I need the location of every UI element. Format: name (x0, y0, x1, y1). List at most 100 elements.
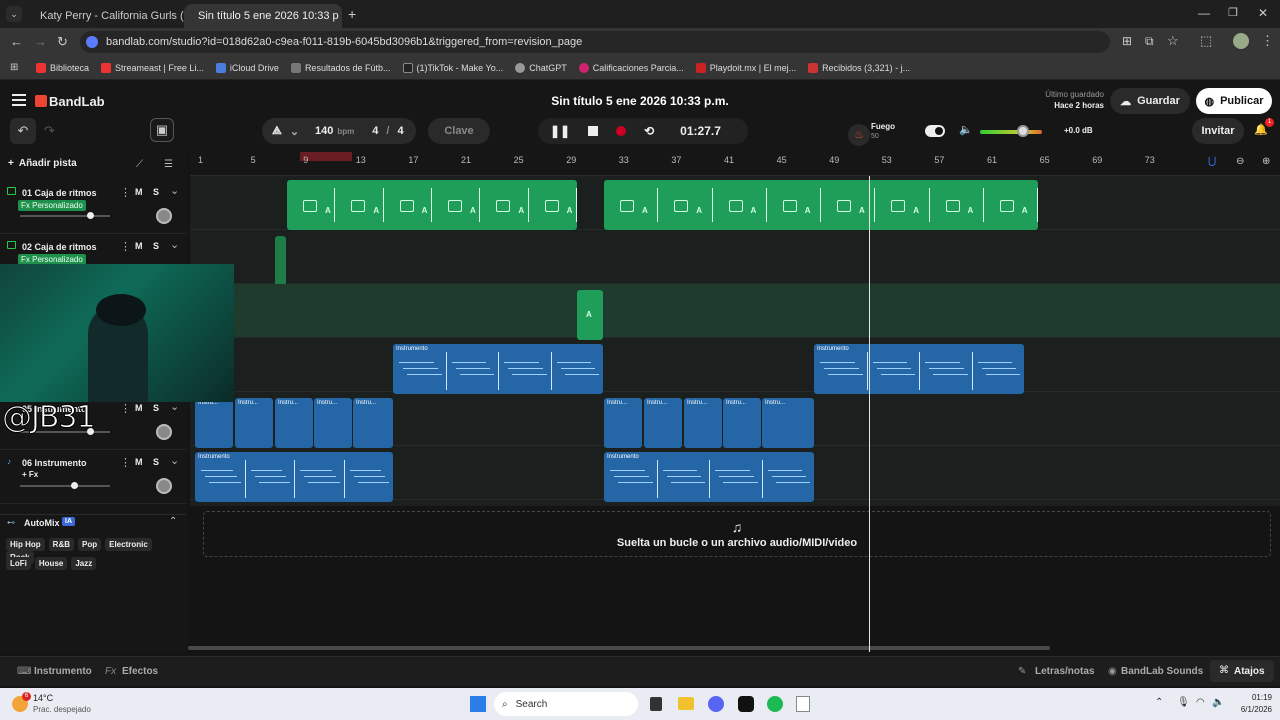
genre-chip[interactable]: Hip Hop (6, 538, 45, 551)
instrument-clip[interactable]: Instru... (195, 398, 233, 448)
fuego-toggle[interactable] (925, 125, 945, 137)
instrument-clip[interactable]: Instrumento (604, 452, 814, 502)
share-icon[interactable]: ⧉ (1145, 34, 1154, 49)
instrument-clip[interactable]: Instru... (275, 398, 313, 448)
instrument-clip[interactable]: Instru... (762, 398, 814, 448)
terminal-icon[interactable] (738, 696, 754, 712)
task-view-icon[interactable] (650, 697, 662, 711)
drum-clip[interactable]: A (577, 290, 603, 340)
pan-knob[interactable] (156, 478, 172, 494)
tab-bandlab[interactable]: Sin título 5 ene 2026 10:33 p ✕ (184, 4, 342, 28)
maximize-icon[interactable]: ❐ (1228, 6, 1238, 19)
fx-tag[interactable]: Fx Personalizado (18, 200, 86, 211)
add-fx-button[interactable]: + Fx (22, 470, 38, 479)
wifi-icon[interactable]: ◠ (1196, 697, 1205, 708)
instrument-clip[interactable]: Instru... (235, 398, 273, 448)
more-icon[interactable]: ⋮ (120, 456, 131, 469)
list-settings-icon[interactable]: ☰ (164, 159, 173, 170)
taskbar-search[interactable]: ⌕ Search (494, 692, 638, 716)
solo-button[interactable]: S (153, 187, 159, 197)
bookmark-item[interactable]: Streameast | Free Li... (101, 62, 204, 73)
spotify-icon[interactable] (767, 696, 783, 712)
redo-icon[interactable]: ↷ (44, 123, 55, 139)
bookmark-item[interactable]: Recibidos (3,321) - j... (808, 62, 910, 73)
instrument-clip[interactable]: Instru... (353, 398, 393, 448)
drum-clip[interactable]: AAAAAAAA (604, 180, 1038, 230)
new-tab-icon[interactable]: + (348, 6, 356, 22)
instrument-clip[interactable]: Instru... (604, 398, 642, 448)
record-icon[interactable] (616, 126, 627, 136)
back-icon[interactable]: ← (10, 34, 23, 49)
translate-icon[interactable]: ⊞ (1122, 34, 1132, 48)
fire-icon[interactable]: ♨ (848, 124, 870, 146)
drum-clip[interactable] (275, 236, 286, 286)
chevron-down-icon[interactable]: ⌄ (170, 184, 179, 197)
effects-tab[interactable]: Efectos (122, 666, 158, 677)
instrument-clip[interactable]: Instru... (684, 398, 722, 448)
drum-clip[interactable]: AAAAAA (287, 180, 577, 230)
pause-icon[interactable]: ❚❚ (550, 124, 570, 138)
publish-button[interactable]: ◍ Publicar (1196, 88, 1272, 114)
solo-button[interactable]: S (153, 457, 159, 467)
mute-button[interactable]: M (135, 187, 143, 197)
windows-start-icon[interactable] (470, 696, 486, 712)
tab-youtube[interactable]: Katy Perry - California Gurls (Of ✕ (26, 4, 184, 28)
zoom-in-icon[interactable]: ⊕ (1262, 156, 1270, 167)
undo-icon[interactable]: ↶ (10, 118, 36, 144)
mixer-view-icon[interactable]: ▣ (150, 118, 174, 142)
more-icon[interactable]: ⋮ (120, 186, 131, 199)
genre-chip[interactable]: LoFi (6, 557, 31, 570)
speaker-icon[interactable]: 🔈 (1212, 697, 1224, 708)
horizontal-scrollbar[interactable] (188, 646, 1050, 650)
chevron-up-icon[interactable]: ⌃ (169, 516, 177, 527)
genre-chip[interactable]: Jazz (71, 557, 97, 570)
instrument-clip[interactable]: Instrumento (393, 344, 603, 394)
project-title[interactable]: Sin título 5 ene 2026 10:33 p.m. (540, 94, 740, 108)
more-icon[interactable]: ⋮ (120, 402, 131, 415)
volume-knob[interactable] (71, 482, 78, 489)
minimize-icon[interactable]: — (1198, 6, 1210, 20)
bookmark-item[interactable]: (1)TikTok - Make Yo... (402, 62, 503, 73)
file-explorer-icon[interactable] (678, 697, 694, 710)
notepad-icon[interactable] (796, 696, 810, 712)
close-window-icon[interactable]: ✕ (1258, 6, 1268, 20)
bookmark-item[interactable]: Calificaciones Parcia... (578, 62, 684, 73)
instrument-clip[interactable]: Instru... (314, 398, 352, 448)
mute-button[interactable]: M (135, 403, 143, 413)
track-header-01[interactable]: 01 Caja de ritmos Fx Personalizado ⋮ M S… (0, 180, 186, 234)
instrument-clip[interactable]: Instrumento (814, 344, 1024, 394)
mute-button[interactable]: M (135, 241, 143, 251)
solo-button[interactable]: S (153, 403, 159, 413)
more-icon[interactable]: ⋮ (120, 240, 131, 253)
volume-knob[interactable] (87, 212, 95, 219)
bookmark-item[interactable]: iCloud Drive (215, 62, 279, 73)
tempo-group[interactable]: ⟁ ⌄ 140 bpm 4 / 4 (262, 118, 416, 144)
discord-icon[interactable] (708, 696, 724, 712)
tab-list-icon[interactable]: ⌄ (6, 6, 22, 22)
stop-icon[interactable] (588, 126, 599, 136)
profile-avatar[interactable] (1233, 33, 1249, 49)
invite-button[interactable]: Invitar (1192, 118, 1244, 144)
chevron-down-icon[interactable]: ⌄ (170, 238, 179, 251)
volume-icon[interactable]: 🔈 (959, 123, 973, 136)
instrument-tab[interactable]: Instrumento (34, 666, 92, 677)
magic-wand-icon[interactable]: ⟋ (136, 159, 143, 170)
add-track-button[interactable]: + Añadir pista (8, 158, 77, 169)
loop-icon[interactable]: ⟲ (644, 124, 654, 138)
bookmark-item[interactable]: Resultados de Fútb... (290, 62, 391, 73)
bookmark-item[interactable]: Biblioteca (36, 62, 89, 73)
url-field[interactable]: bandlab.com/studio?id=018d62a0-c9ea-f011… (80, 31, 1110, 53)
hamburger-icon[interactable] (12, 94, 26, 106)
reload-icon[interactable]: ↻ (57, 34, 68, 50)
timeline-ruler[interactable]: ⋃ ⊖ ⊕ 1 5 9 13 17 21 25 29 33 37 41 45 49 53 57 61 65 69 7… (190, 152, 1280, 176)
snap-magnet-icon[interactable]: ⋃ (1208, 156, 1216, 167)
bookmark-item[interactable]: ChatGPT (515, 62, 567, 73)
bookmark-star-icon[interactable]: ☆ (1167, 33, 1179, 49)
extensions-icon[interactable]: ⬚ (1200, 33, 1212, 49)
track-header-06[interactable]: ♪ 06 Instrumento + Fx ⋮ M S ⌄ (0, 450, 186, 504)
lyrics-tab[interactable]: Letras/notas (1035, 666, 1094, 677)
drop-zone[interactable]: ♫ Suelta un bucle o un archivo audio/MID… (203, 511, 1271, 557)
master-volume-knob[interactable] (1017, 125, 1030, 137)
genre-chip[interactable]: House (34, 557, 68, 570)
volume-slider[interactable] (20, 482, 110, 489)
